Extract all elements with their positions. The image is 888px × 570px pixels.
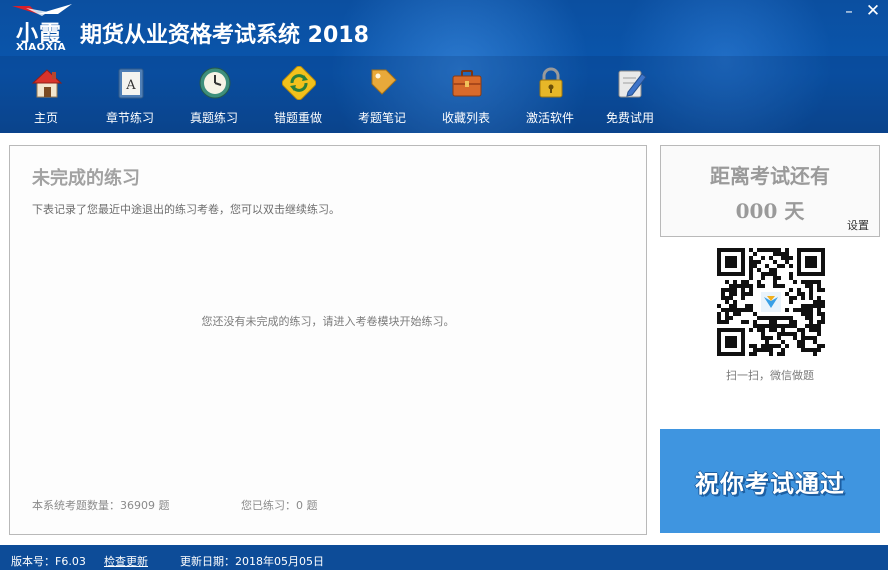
countdown-settings-link[interactable]: 设置: [847, 217, 869, 233]
unfinished-practice-panel: 未完成的练习 下表记录了您最近中途退出的练习考卷，您可以双击继续练习。 您还没有…: [9, 145, 647, 535]
header-bar: 小霞 XIAOXIA 期货从业资格考试系统 2018 – ✕ 主页 A 章节练习…: [0, 0, 888, 133]
nav-label-chapter-practice: 章节练习: [105, 111, 154, 125]
nav-label-activate: 激活软件: [525, 111, 574, 125]
nav-label-past-exams: 真题练习: [189, 111, 238, 125]
wechat-qr-code: [717, 248, 825, 356]
nav-item-activate[interactable]: 激活软件: [508, 64, 592, 128]
nav-label-favorites: 收藏列表: [441, 111, 490, 125]
briefcase-icon: [452, 70, 482, 97]
practiced-count: 您已练习：0 题: [241, 499, 318, 512]
total-questions-count: 本系统考题数量：36909 题: [32, 499, 170, 512]
countdown-label: 距离考试还有: [710, 164, 830, 188]
banner-text: 祝你考试通过: [695, 470, 845, 498]
nav-item-favorites[interactable]: 收藏列表: [424, 64, 508, 128]
panel-title: 未完成的练习: [32, 168, 140, 189]
app-logo: 小霞 XIAOXIA: [8, 4, 76, 53]
svg-text:A: A: [125, 78, 136, 93]
check-update-link[interactable]: 检查更新: [104, 553, 148, 569]
qr-caption: 扫一扫，微信做题: [726, 369, 814, 382]
book-icon: A: [118, 68, 144, 99]
tag-icon: [371, 69, 397, 95]
minimize-button[interactable]: –: [840, 2, 858, 20]
pencil-icon: [618, 70, 647, 98]
update-date: 更新日期：2018年05月05日: [180, 555, 324, 568]
app-title: 期货从业资格考试系统 2018: [80, 23, 369, 48]
empty-list-message[interactable]: 您还没有未完成的练习，请进入考卷模块开始练习。: [10, 313, 646, 329]
good-luck-banner: 祝你考试通过: [660, 429, 880, 533]
refresh-icon: [282, 66, 316, 100]
nav-item-redo-mistakes[interactable]: 错题重做: [256, 64, 340, 128]
nav-item-past-exams[interactable]: 真题练习: [172, 64, 256, 128]
nav-label-home: 主页: [33, 111, 58, 125]
status-bar: 版本号：F6.03 检查更新 更新日期：2018年05月05日: [0, 545, 888, 570]
nav-label-redo-mistakes: 错题重做: [273, 111, 322, 125]
nav-item-notes[interactable]: 考题笔记: [340, 64, 424, 128]
nav-item-home[interactable]: 主页: [4, 64, 88, 128]
home-icon: [31, 69, 63, 98]
nav-label-notes: 考题笔记: [357, 111, 406, 125]
clock-icon: [199, 67, 231, 99]
nav-item-chapter-practice[interactable]: A 章节练习: [88, 64, 172, 128]
nav-label-free-trial: 免费试用: [605, 111, 654, 125]
version-number: 版本号：F6.03: [11, 555, 86, 568]
panel-description: 下表记录了您最近中途退出的练习考卷，您可以双击继续练习。: [32, 203, 340, 216]
exam-countdown: 距离考试还有 000 天 设置: [660, 145, 880, 237]
nav-item-free-trial[interactable]: 免费试用: [588, 64, 672, 128]
logo-text-en: XIAOXIA: [16, 42, 66, 53]
close-button[interactable]: ✕: [864, 2, 882, 20]
lock-icon: [539, 67, 563, 98]
